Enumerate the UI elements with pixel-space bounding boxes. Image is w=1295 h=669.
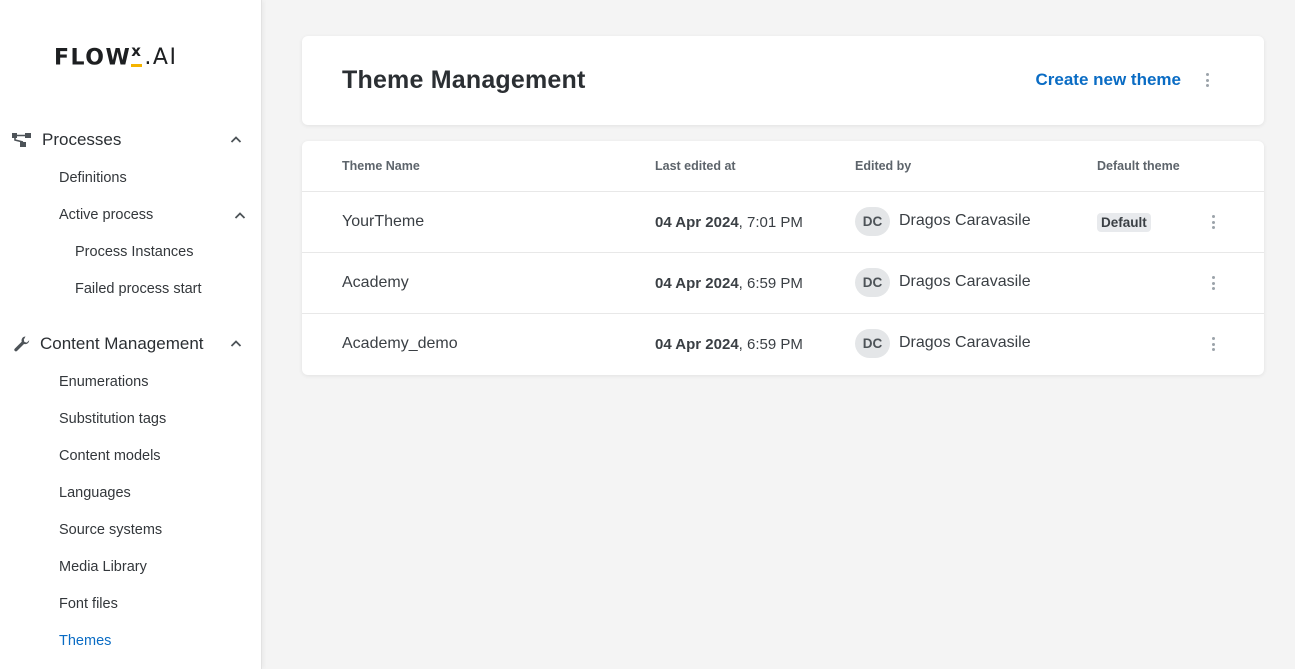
- last-edited-at: 04 Apr 2024, 6:59 PM: [655, 336, 803, 353]
- row-options-icon[interactable]: [1207, 335, 1219, 353]
- last-edited-at: 04 Apr 2024, 6:59 PM: [655, 275, 803, 292]
- avatar: DC: [855, 207, 890, 236]
- sidebar-section-content-management[interactable]: Content Management: [0, 328, 262, 360]
- sidebar-section-label: Processes: [42, 130, 122, 149]
- edited-by-name: Dragos Caravasile: [899, 212, 1031, 229]
- wrench-icon: [12, 334, 32, 354]
- sidebar: FLOWx .AI Processes Definitions Active pr…: [0, 0, 262, 669]
- flowx-logo[interactable]: FLOWx .AI: [54, 42, 177, 70]
- row-options-icon[interactable]: [1207, 274, 1219, 292]
- column-header-last-edited[interactable]: Last edited at: [655, 159, 736, 173]
- sidebar-item-substitution-tags[interactable]: Substitution tags: [59, 411, 166, 427]
- process-flow-icon: [12, 130, 32, 150]
- edited-by-name: Dragos Caravasile: [899, 334, 1031, 351]
- column-header-theme-name[interactable]: Theme Name: [342, 159, 420, 173]
- themes-table: Theme Name Last edited at Edited by Defa…: [302, 141, 1264, 375]
- chevron-up-icon[interactable]: [234, 210, 246, 222]
- sidebar-item-content-models[interactable]: Content models: [59, 448, 161, 464]
- table-row[interactable]: Academy_demo 04 Apr 2024, 6:59 PM DC Dra…: [302, 313, 1264, 374]
- chevron-up-icon[interactable]: [230, 134, 242, 146]
- column-header-edited-by[interactable]: Edited by: [855, 159, 911, 173]
- sidebar-item-enumerations[interactable]: Enumerations: [59, 374, 148, 390]
- avatar: DC: [855, 329, 890, 358]
- sidebar-item-definitions[interactable]: Definitions: [59, 170, 127, 186]
- last-edited-at: 04 Apr 2024, 7:01 PM: [655, 214, 803, 231]
- logo-suffix: .AI: [144, 45, 178, 70]
- default-badge: Default: [1097, 213, 1151, 232]
- sidebar-item-failed-process-start[interactable]: Failed process start: [75, 281, 202, 297]
- sidebar-section-processes[interactable]: Processes: [0, 124, 262, 156]
- sidebar-section-label: Content Management: [40, 334, 204, 353]
- theme-name[interactable]: Academy_demo: [342, 335, 458, 353]
- logo-wordmark: FLOWx: [54, 41, 143, 70]
- edited-by-name: Dragos Caravasile: [899, 273, 1031, 290]
- theme-name[interactable]: Academy: [342, 274, 409, 292]
- table-row[interactable]: YourTheme 04 Apr 2024, 7:01 PM DC Dragos…: [302, 191, 1264, 252]
- sidebar-item-themes[interactable]: Themes: [59, 633, 111, 649]
- create-new-theme-button[interactable]: Create new theme: [1036, 70, 1182, 90]
- sidebar-item-source-systems[interactable]: Source systems: [59, 522, 162, 538]
- sidebar-item-media-library[interactable]: Media Library: [59, 559, 147, 575]
- page-title: Theme Management: [342, 66, 586, 94]
- theme-name[interactable]: YourTheme: [342, 213, 424, 231]
- page-header: Theme Management Create new theme: [302, 36, 1264, 125]
- avatar: DC: [855, 268, 890, 297]
- row-options-icon[interactable]: [1207, 213, 1219, 231]
- chevron-up-icon[interactable]: [230, 338, 242, 350]
- sidebar-item-languages[interactable]: Languages: [59, 485, 131, 501]
- more-options-icon[interactable]: [1201, 71, 1213, 89]
- sidebar-item-process-instances[interactable]: Process Instances: [75, 244, 193, 260]
- sidebar-item-active-process[interactable]: Active process: [59, 207, 153, 223]
- column-header-default-theme[interactable]: Default theme: [1097, 159, 1180, 173]
- table-row[interactable]: Academy 04 Apr 2024, 6:59 PM DC Dragos C…: [302, 252, 1264, 313]
- sidebar-item-font-files[interactable]: Font files: [59, 596, 118, 612]
